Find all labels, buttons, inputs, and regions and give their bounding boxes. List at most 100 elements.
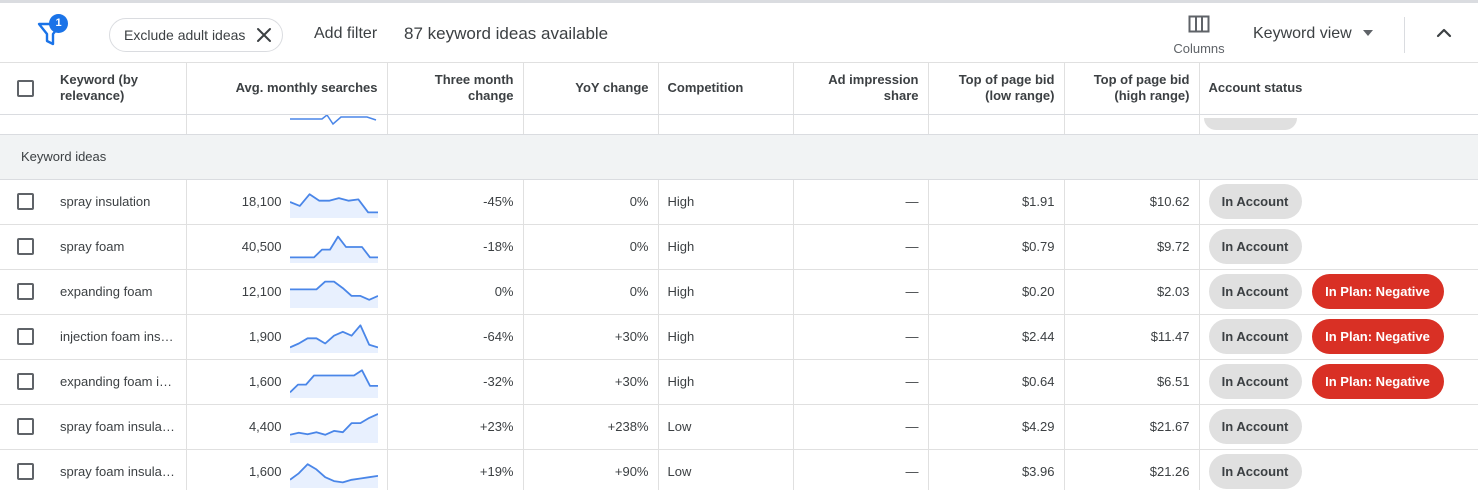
table-row[interactable]: spray foam 40,500 -18% 0% High — $0.79 $9.72 In …: [0, 224, 1478, 270]
row-checkbox[interactable]: [17, 193, 34, 211]
trend-sparkline: [289, 411, 378, 443]
header-ad-impression-share[interactable]: Ad impression share: [793, 63, 929, 115]
header-three-month-change[interactable]: Three month change: [387, 63, 524, 115]
select-all-checkbox[interactable]: [17, 79, 34, 97]
account-status-cell: In Account: [1199, 404, 1478, 450]
ad-impression-share: —: [793, 404, 929, 450]
bid-low: $0.64: [928, 359, 1065, 405]
add-filter-button[interactable]: Add filter: [314, 25, 377, 43]
row-checkbox-cell[interactable]: [0, 314, 51, 360]
keyword-cell[interactable]: spray foam: [51, 224, 187, 270]
bid-low: $3.96: [928, 449, 1065, 490]
row-checkbox-cell[interactable]: [0, 359, 51, 405]
keyword-cell[interactable]: expanding foam i…: [51, 359, 187, 405]
in-plan-negative-badge: In Plan: Negative: [1311, 274, 1444, 309]
yoy-change: +30%: [523, 314, 659, 360]
table-row[interactable]: expanding foam i… 1,600 -32% +30% High — $0.64…: [0, 359, 1478, 405]
trend-area: [289, 281, 378, 308]
chevron-up-icon[interactable]: [1434, 23, 1454, 43]
bid-low: $1.91: [928, 179, 1065, 225]
row-checkbox[interactable]: [17, 238, 34, 256]
account-status-cell: In Account In Plan: Negative: [1199, 359, 1478, 405]
row-checkbox[interactable]: [17, 328, 34, 346]
row-checkbox[interactable]: [17, 283, 34, 301]
in-account-badge: In Account: [1208, 229, 1302, 264]
bid-high: $6.51: [1064, 359, 1200, 405]
trend-area: [289, 413, 378, 443]
partial-trend-sparkline: [289, 113, 376, 125]
keyword-view-dropdown[interactable]: Keyword view: [1253, 25, 1352, 43]
yoy-change: 0%: [523, 179, 659, 225]
keyword-cell[interactable]: spray foam insula…: [51, 404, 187, 450]
ad-impression-share: —: [793, 314, 929, 360]
keyword-table: Keyword (by relevance) Avg. monthly sear…: [0, 63, 1478, 490]
competition: Low: [658, 404, 794, 450]
table-row[interactable]: spray insulation 18,100 -45% 0% High — $1.91 $1…: [0, 179, 1478, 225]
in-account-badge: In Account: [1208, 184, 1302, 219]
trend-sparkline: [289, 231, 378, 263]
in-account-badge: In Account: [1208, 409, 1302, 444]
row-checkbox[interactable]: [17, 418, 34, 436]
keyword-cell[interactable]: spray insulation: [51, 179, 187, 225]
competition: High: [658, 179, 794, 225]
three-month-change: +23%: [387, 404, 524, 450]
row-checkbox-cell[interactable]: [0, 404, 51, 450]
table-row[interactable]: injection foam ins… 1,900 -64% +30% High — $2.…: [0, 314, 1478, 360]
searches-cell: 1,600: [186, 449, 388, 490]
searches-cell: 4,400: [186, 404, 388, 450]
avg-monthly-searches: 4,400: [248, 419, 282, 434]
avg-monthly-searches: 40,500: [241, 239, 282, 254]
in-account-badge: In Account: [1208, 274, 1302, 309]
account-status-cell: In Account In Plan: Negative: [1199, 314, 1478, 360]
bid-high: $21.67: [1064, 404, 1200, 450]
filter-count-badge: 1: [49, 14, 68, 33]
caret-down-icon[interactable]: [1363, 30, 1373, 36]
table-row[interactable]: expanding foam 12,100 0% 0% High — $0.20 $2.03 I…: [0, 269, 1478, 315]
header-account-status[interactable]: Account status: [1199, 63, 1478, 115]
keyword-count-text: 87 keyword ideas available: [404, 24, 609, 43]
keyword-cell[interactable]: injection foam ins…: [51, 314, 187, 360]
filter-chip-exclude-adult[interactable]: Exclude adult ideas: [109, 18, 283, 52]
trend-sparkline: [289, 186, 378, 218]
row-checkbox-cell[interactable]: [0, 449, 51, 490]
yoy-change: +90%: [523, 449, 659, 490]
row-checkbox[interactable]: [17, 373, 34, 391]
header-avg-monthly-searches[interactable]: Avg. monthly searches: [186, 63, 388, 115]
three-month-change: +19%: [387, 449, 524, 490]
avg-monthly-searches: 1,900: [248, 329, 282, 344]
section-label: Keyword ideas: [0, 134, 1478, 180]
row-checkbox[interactable]: [17, 463, 34, 481]
header-bid-high[interactable]: Top of page bid (high range): [1064, 63, 1200, 115]
ad-impression-share: —: [793, 449, 929, 490]
columns-button[interactable]: Columns: [1170, 13, 1228, 59]
row-checkbox-cell[interactable]: [0, 269, 51, 315]
account-status-cell: In Account: [1199, 179, 1478, 225]
competition: High: [658, 314, 794, 360]
partial-status-pill: [1203, 118, 1297, 130]
header-competition[interactable]: Competition: [658, 63, 794, 115]
header-bid-low[interactable]: Top of page bid (low range): [928, 63, 1065, 115]
in-account-badge: In Account: [1208, 454, 1302, 489]
three-month-change: -45%: [387, 179, 524, 225]
select-all-checkbox-cell[interactable]: [0, 63, 51, 115]
three-month-change: -64%: [387, 314, 524, 360]
bid-low: $0.79: [928, 224, 1065, 270]
columns-label: Columns: [1173, 41, 1225, 56]
row-checkbox-cell[interactable]: [0, 179, 51, 225]
keyword-cell[interactable]: spray foam insula…: [51, 449, 187, 490]
table-row[interactable]: spray foam insula… 4,400 +23% +238% Low — $4.2…: [0, 404, 1478, 450]
ad-impression-share: —: [793, 224, 929, 270]
bid-high: $2.03: [1064, 269, 1200, 315]
table-row[interactable]: spray foam insula… 1,600 +19% +90% Low — $3.96…: [0, 449, 1478, 490]
trend-sparkline: [289, 456, 378, 488]
avg-monthly-searches: 1,600: [248, 374, 282, 389]
header-yoy-change[interactable]: YoY change: [523, 63, 659, 115]
close-icon[interactable]: [255, 26, 273, 44]
keyword-cell[interactable]: expanding foam: [51, 269, 187, 315]
header-keyword[interactable]: Keyword (by relevance): [51, 63, 187, 115]
three-month-change: 0%: [387, 269, 524, 315]
row-checkbox-cell[interactable]: [0, 224, 51, 270]
competition: High: [658, 359, 794, 405]
searches-cell: 18,100: [186, 179, 388, 225]
ad-impression-share: —: [793, 179, 929, 225]
